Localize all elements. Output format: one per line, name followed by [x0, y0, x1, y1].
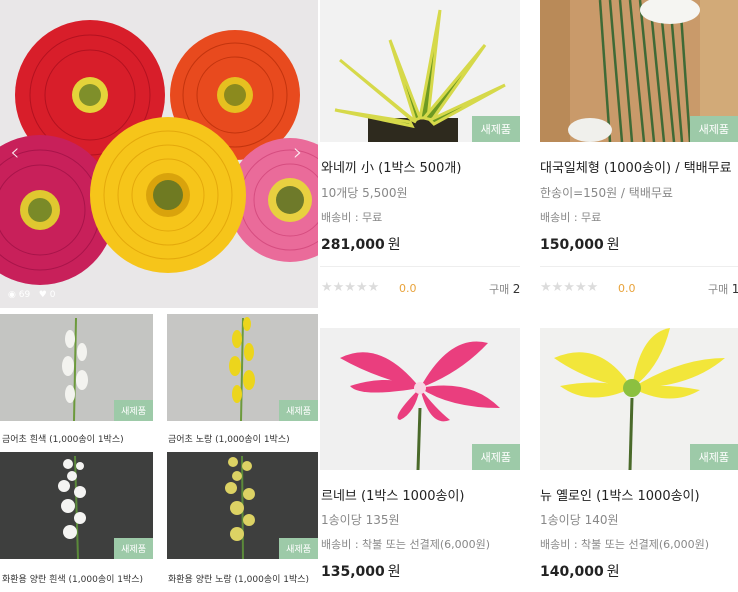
- product-price-3: 135,000 원: [321, 561, 401, 581]
- price-unit: 원: [387, 564, 401, 580]
- price-value: 140,000: [540, 564, 604, 580]
- product-price-1: 281,000 원: [321, 234, 401, 254]
- new-badge: 새제품: [689, 444, 738, 470]
- price-value: 135,000: [321, 564, 385, 580]
- chevron-right-icon[interactable]: ›: [293, 138, 303, 166]
- purchase-count-1: 구매 2: [489, 281, 520, 297]
- product-title-3[interactable]: 르네브 (1박스 1000송이): [321, 485, 464, 504]
- small-product-caption-4[interactable]: 화환용 양란 노랑 (1,000송이 1박스): [168, 572, 309, 585]
- views-count: 69: [18, 290, 31, 300]
- product-image-4[interactable]: 새제품: [540, 328, 738, 470]
- rating-stars-2: ★★★★★: [540, 280, 599, 295]
- rating-score-2: 0.0: [618, 282, 636, 295]
- price-unit: 원: [387, 237, 401, 253]
- price-unit: 원: [606, 237, 620, 253]
- new-badge: 새제품: [114, 538, 153, 559]
- product-shipping-4: 배송비 : 착불 또는 선결제(6,000원): [540, 538, 710, 551]
- small-product-image-4[interactable]: 새제품: [167, 452, 318, 559]
- product-shipping-1: 배송비 : 무료: [321, 211, 383, 224]
- product-shipping-3: 배송비 : 착불 또는 선결제(6,000원): [321, 538, 491, 551]
- product-subtitle-1: 10개당 5,500원: [321, 186, 408, 200]
- product-price-4: 140,000 원: [540, 561, 620, 581]
- eye-icon: ◉: [8, 290, 16, 300]
- small-product-image-3[interactable]: 새제품: [0, 452, 153, 559]
- product-image-3[interactable]: 새제품: [320, 328, 520, 470]
- product-title-1[interactable]: 와네끼 小 (1박스 500개): [321, 157, 461, 176]
- price-value: 281,000: [321, 237, 385, 253]
- buy-label: 구매: [708, 283, 729, 296]
- new-badge: 새제품: [471, 444, 520, 470]
- hero-product-image[interactable]: ‹ › ◉ 69 ♥ 0: [0, 0, 318, 308]
- product-subtitle-2: 한송이=150원 / 택배무료: [540, 186, 673, 200]
- rating-score-1: 0.0: [399, 282, 417, 295]
- buy-count: 2: [512, 282, 521, 296]
- buy-label: 구매: [489, 283, 510, 296]
- new-badge: 새제품: [279, 538, 318, 559]
- small-product-image-1[interactable]: 새제품: [0, 314, 153, 421]
- product-title-4[interactable]: 뉴 옐로인 (1박스 1000송이): [540, 485, 700, 504]
- price-value: 150,000: [540, 237, 604, 253]
- new-badge: 새제품: [279, 400, 318, 421]
- new-badge: 새제품: [689, 116, 738, 142]
- product-image-1[interactable]: 새제품: [320, 0, 520, 142]
- hero-stats: ◉ 69 ♥ 0: [8, 290, 55, 300]
- heart-icon: ♥: [38, 290, 47, 300]
- gerbera-flowers-image: [0, 20, 318, 285]
- small-product-image-2[interactable]: 새제품: [167, 314, 318, 421]
- small-product-caption-1[interactable]: 금어초 흰색 (1,000송이 1박스): [2, 432, 124, 445]
- product-price-2: 150,000 원: [540, 234, 620, 254]
- rating-stars-1: ★★★★★: [321, 280, 380, 295]
- divider: [540, 266, 738, 267]
- new-badge: 새제품: [471, 116, 520, 142]
- product-shipping-2: 배송비 : 무료: [540, 211, 602, 224]
- new-badge: 새제품: [114, 400, 153, 421]
- small-product-caption-3[interactable]: 화환용 양란 흰색 (1,000송이 1박스): [2, 572, 143, 585]
- product-title-2[interactable]: 대국일체형 (1000송이) / 택배무료: [540, 157, 732, 176]
- small-product-caption-2[interactable]: 금어초 노랑 (1,000송이 1박스): [168, 432, 290, 445]
- divider: [320, 266, 520, 267]
- chevron-left-icon[interactable]: ‹: [10, 138, 20, 166]
- likes-count: 0: [49, 290, 56, 300]
- buy-count: 1: [731, 282, 738, 296]
- purchase-count-2: 구매 1: [708, 281, 738, 297]
- product-subtitle-3: 1송이당 135원: [321, 513, 400, 527]
- product-image-2[interactable]: 새제품: [540, 0, 738, 142]
- price-unit: 원: [606, 564, 620, 580]
- product-subtitle-4: 1송이당 140원: [540, 513, 619, 527]
